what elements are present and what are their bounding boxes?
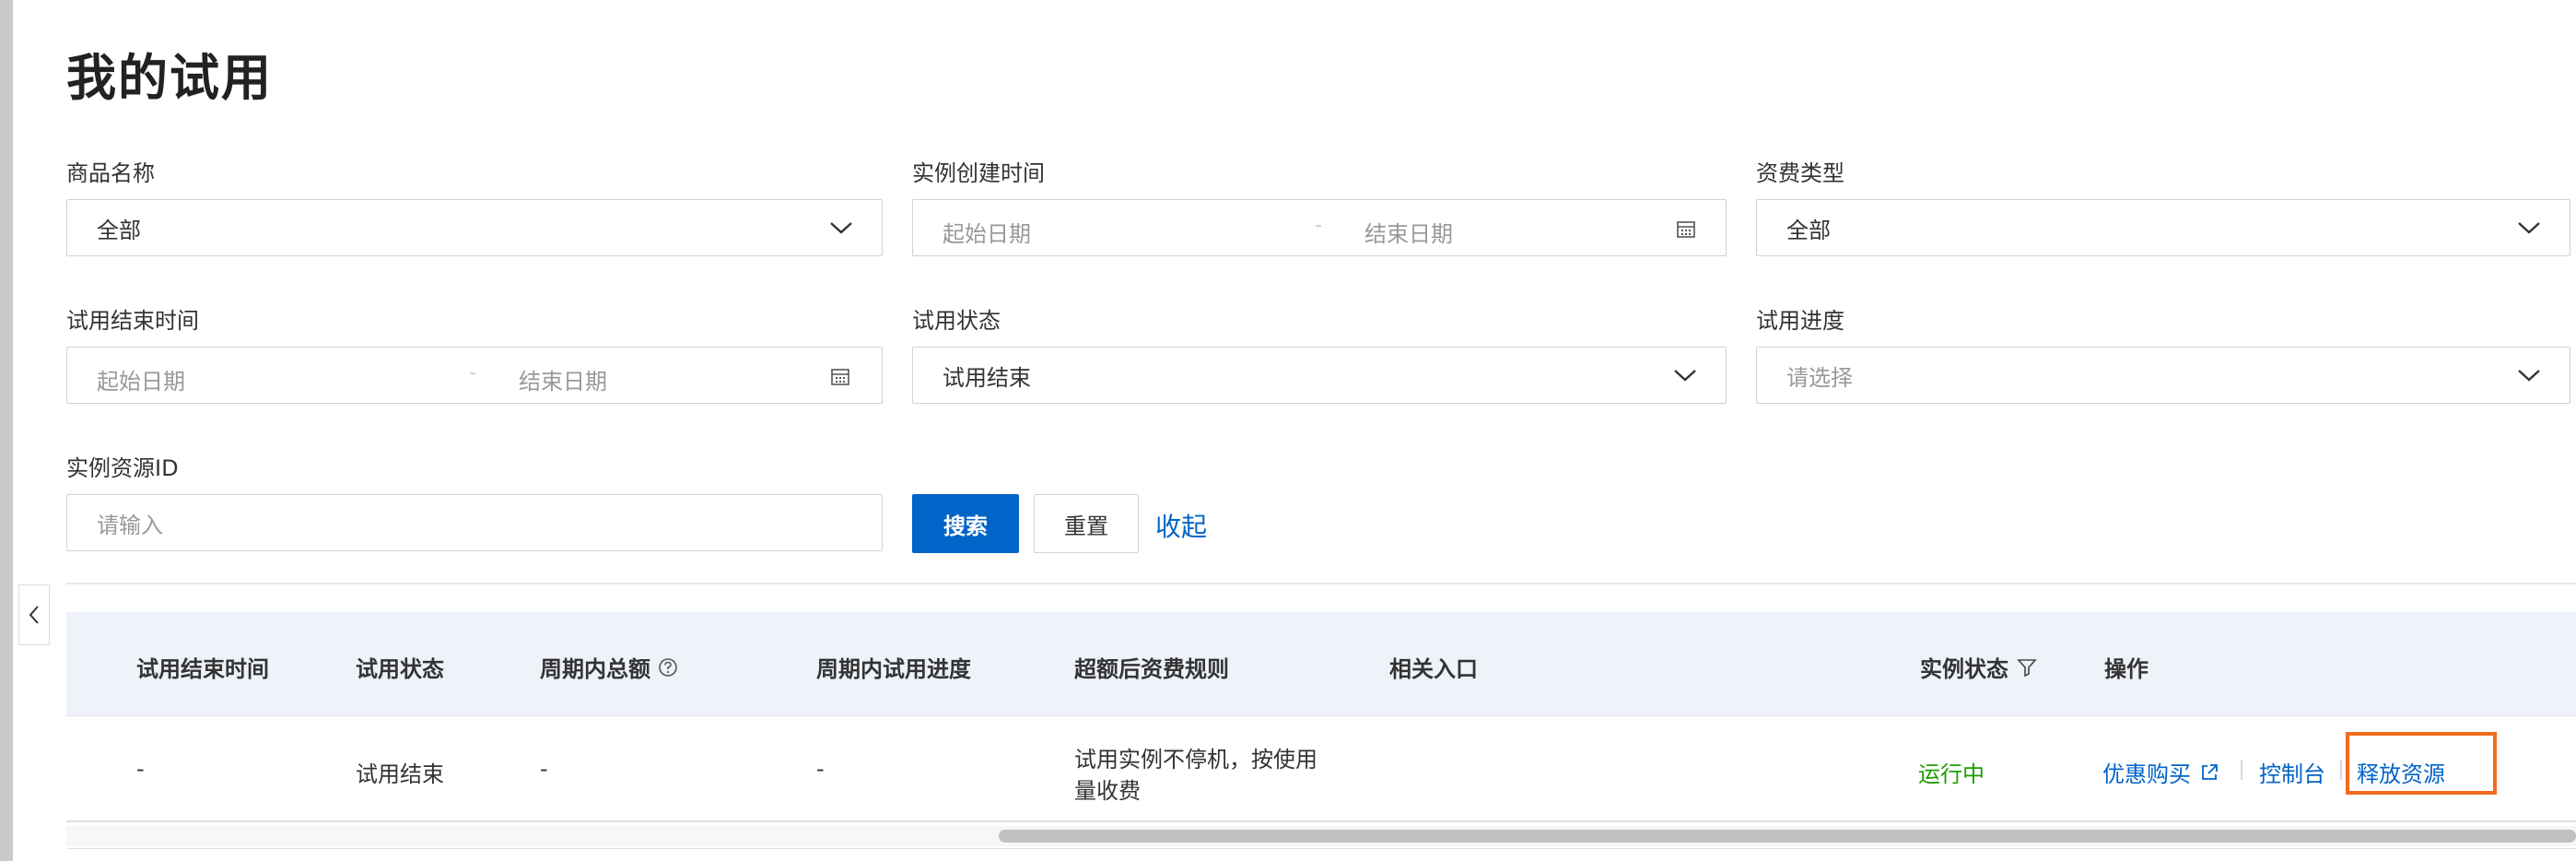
trial-end-time-range[interactable]: 起始日期 - 结束日期 [66,347,883,404]
section-divider [66,583,2576,584]
trial-status-label: 试用状态 [912,308,1001,334]
billing-type-value: 全部 [1786,217,1831,243]
filter-icon[interactable] [2016,656,2038,678]
product-name-value: 全部 [97,217,141,243]
cell-period-total: - [540,756,548,782]
trial-progress-select[interactable]: 请选择 [1756,347,2570,404]
col-period-progress: 周期内试用进度 [816,656,971,682]
page: 我的试用 商品名称 全部 实例创建时间 起始日期 - 结束日期 资费类型 全部 … [0,0,2576,861]
product-name-select[interactable]: 全部 [66,199,883,256]
instance-id-label: 实例资源ID [66,455,179,481]
cell-over-billing-line2: 量收费 [1074,778,1141,804]
col-over-billing: 超额后资费规则 [1074,656,1229,682]
chevron-left-icon [29,606,39,624]
col-instance-status: 实例状态 [1920,651,2038,683]
range-separator: - [469,361,476,384]
collapse-filters-link[interactable]: 收起 [1155,507,1207,544]
col-period-total: 周期内总额 [540,651,678,683]
search-button[interactable]: 搜索 [912,494,1019,553]
discount-purchase-label: 优惠购买 [2102,761,2191,787]
cell-over-billing-line1: 试用实例不停机，按使用 [1074,747,1317,773]
op-separator [2241,760,2242,780]
reset-button[interactable]: 重置 [1034,494,1139,553]
trial-end-end[interactable]: 结束日期 [519,363,607,395]
cell-trial-status: 试用结束 [356,761,444,787]
chevron-down-icon [2518,370,2540,382]
col-operation: 操作 [2104,656,2149,682]
scrollbar-thumb[interactable] [999,830,2576,843]
trial-status-select[interactable]: 试用结束 [912,347,1727,404]
instance-created-end[interactable]: 结束日期 [1364,216,1453,248]
chevron-down-icon [1674,370,1696,382]
trial-progress-placeholder: 请选择 [1786,364,1853,391]
range-separator: - [1315,214,1322,237]
instance-created-start[interactable]: 起始日期 [943,216,1031,248]
help-icon[interactable] [658,657,678,678]
discount-purchase-link[interactable]: 优惠购买 [2102,756,2220,788]
left-edge-strip [0,0,13,861]
trial-status-value: 试用结束 [943,364,1031,391]
col-period-total-label: 周期内总额 [540,656,650,682]
instance-created-range[interactable]: 起始日期 - 结束日期 [912,199,1727,256]
chevron-down-icon [830,222,852,234]
chevron-down-icon [2518,222,2540,234]
billing-type-label: 资费类型 [1756,160,1844,186]
row-bottom-border [66,820,2576,822]
col-trial-status: 试用状态 [356,656,444,682]
highlight-box [2346,732,2497,795]
instance-id-input[interactable]: 请输入 [66,494,883,551]
cell-instance-status: 运行中 [1918,761,1985,787]
trial-progress-label: 试用进度 [1756,308,1844,334]
col-entry: 相关入口 [1389,656,1478,682]
calendar-icon [1677,221,1695,238]
table-bottom-border [66,848,2576,849]
trial-end-start[interactable]: 起始日期 [97,363,185,395]
header-row-border [66,715,2576,716]
external-link-icon [2202,763,2218,780]
calendar-icon [831,369,849,385]
instance-id-placeholder: 请输入 [97,512,163,538]
instance-created-label: 实例创建时间 [912,160,1045,186]
sidebar-collapse-toggle[interactable] [18,584,50,645]
cell-period-progress: - [816,756,825,782]
page-title: 我的试用 [66,49,273,107]
console-link[interactable]: 控制台 [2259,756,2325,788]
product-name-label: 商品名称 [66,160,155,186]
col-trial-end-time: 试用结束时间 [136,656,269,682]
trial-end-time-label: 试用结束时间 [66,308,199,334]
billing-type-select[interactable]: 全部 [1756,199,2570,256]
op-separator [2340,760,2342,780]
cell-trial-end-time: - [136,756,145,782]
col-instance-status-label: 实例状态 [1920,656,2008,682]
